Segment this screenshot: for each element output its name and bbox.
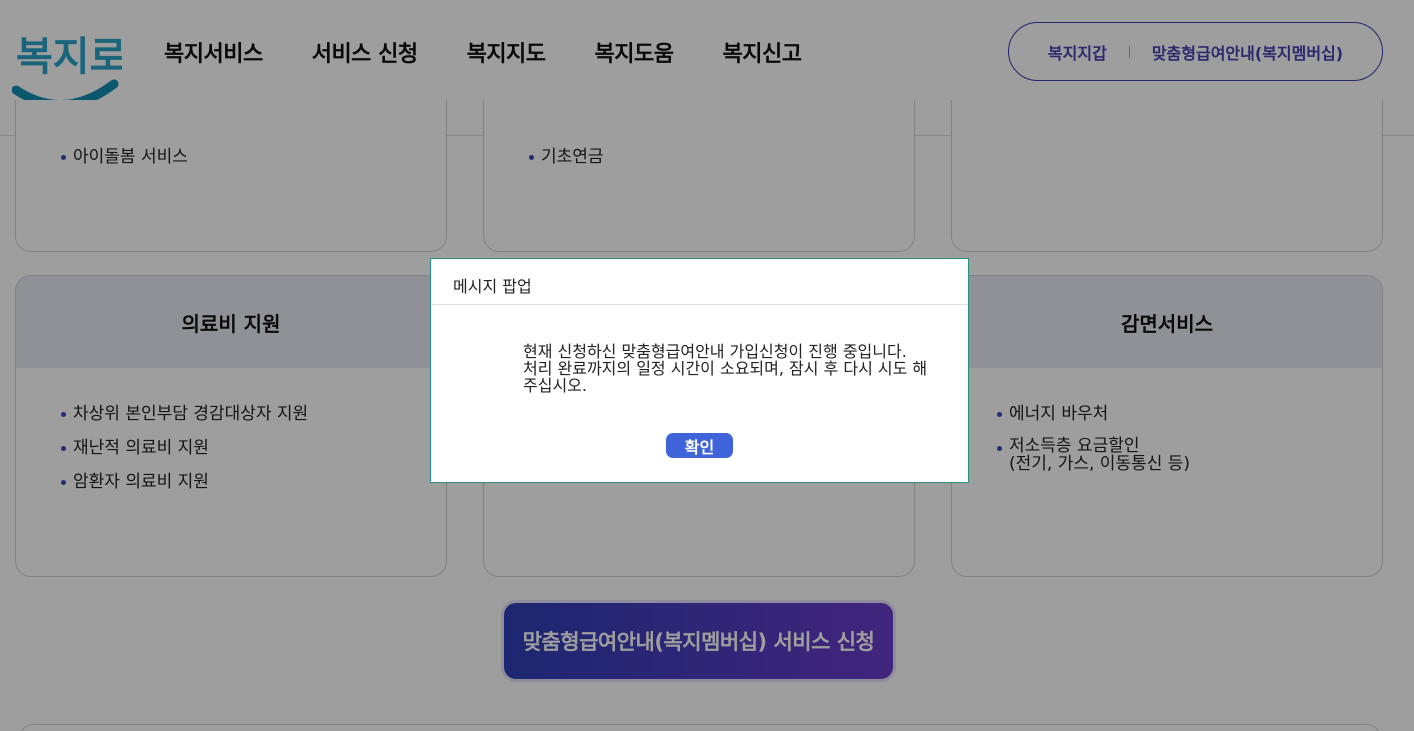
popup-message-line: 처리 완료까지의 일정 시간이 소요되며, 잠시 후 다시 시도 해 [523, 359, 928, 378]
popup-title: 메시지 팝업 [431, 259, 968, 305]
popup-message: 현재 신청하신 맞춤형급여안내 가입신청이 진행 중입니다. 처리 완료까지의 … [523, 343, 953, 394]
confirm-button[interactable]: 확인 [666, 433, 733, 458]
popup-message-line: 현재 신청하신 맞춤형급여안내 가입신청이 진행 중입니다. [523, 342, 907, 361]
message-popup: 메시지 팝업 현재 신청하신 맞춤형급여안내 가입신청이 진행 중입니다. 처리… [430, 258, 969, 483]
popup-message-line: 주십시오. [523, 376, 587, 395]
